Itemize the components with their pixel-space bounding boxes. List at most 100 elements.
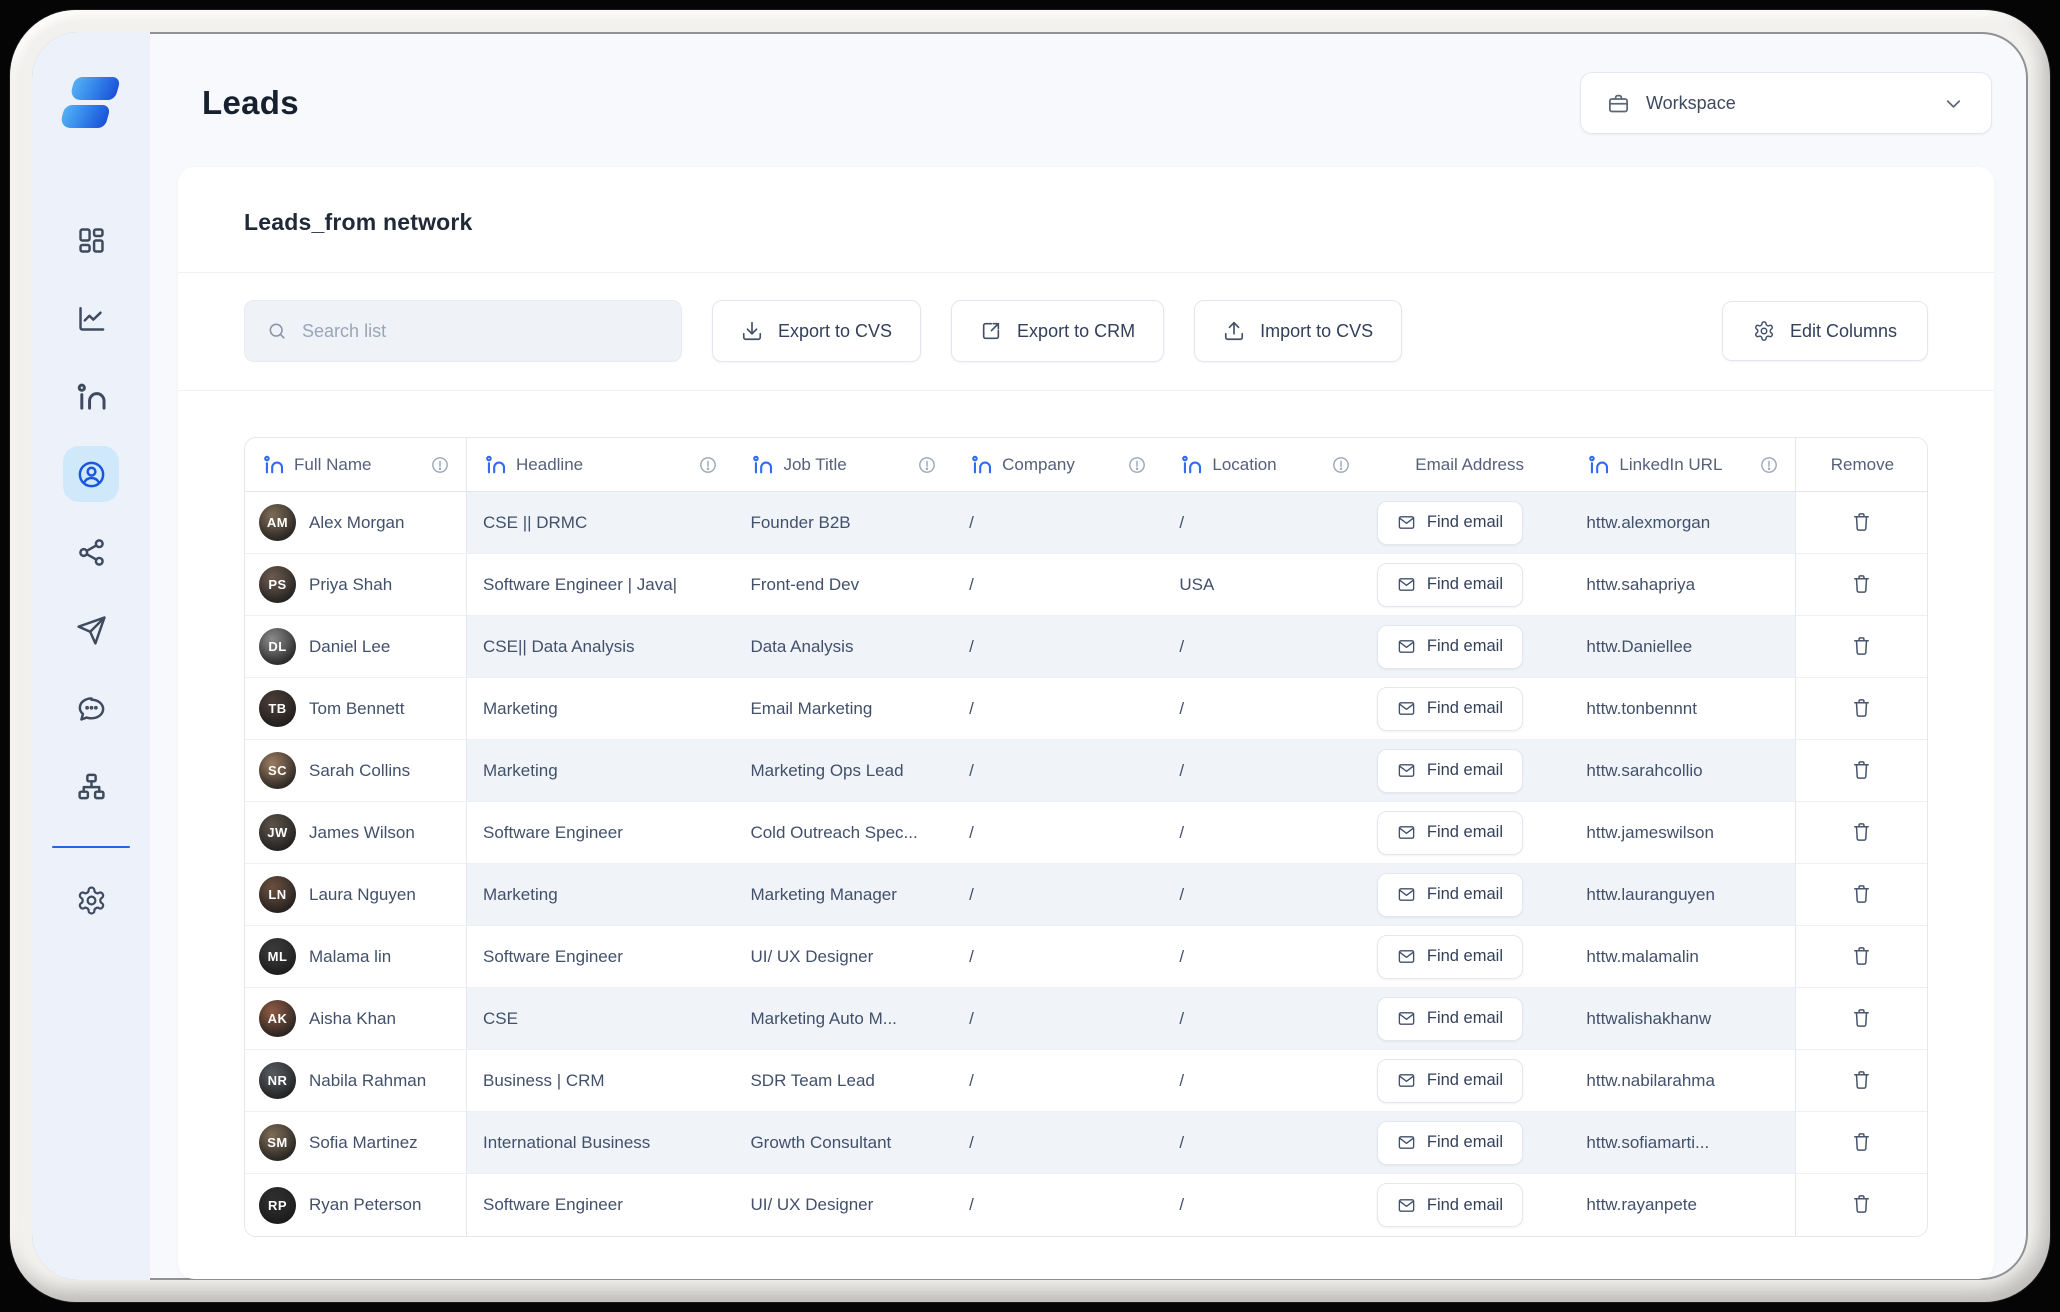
delete-row-button[interactable] (1844, 628, 1879, 666)
table-row: ML Malama lin Software Engineer UI/ UX D… (245, 926, 1927, 988)
lead-headline: Marketing (467, 740, 734, 802)
delete-row-button[interactable] (1844, 814, 1879, 852)
info-icon[interactable] (430, 455, 450, 475)
edit-columns-button[interactable]: Edit Columns (1722, 301, 1928, 361)
trash-icon (1850, 758, 1873, 781)
lead-linkedin-url: httw.lauranguyen (1570, 864, 1795, 926)
lead-company: / (953, 1050, 1163, 1112)
sidebar-item-chat[interactable] (63, 680, 119, 736)
find-email-button[interactable]: Find email (1377, 749, 1523, 793)
delete-row-button[interactable] (1844, 1186, 1879, 1224)
delete-row-button[interactable] (1844, 1062, 1879, 1100)
find-email-button[interactable]: Find email (1377, 1183, 1523, 1227)
search-icon (267, 320, 287, 342)
app-screen: Leads Workspace Leads_from network (32, 32, 2028, 1280)
mail-icon (1397, 1009, 1416, 1028)
table-row: JW James Wilson Software Engineer Cold O… (245, 802, 1927, 864)
avatar: LN (259, 876, 296, 913)
lead-full-name: Daniel Lee (309, 637, 390, 657)
sidebar-item-linkedin[interactable] (63, 368, 119, 424)
lead-company: / (953, 678, 1163, 740)
column-header-label: Headline (516, 455, 583, 475)
column-header-label: Email Address (1415, 455, 1524, 475)
find-email-button[interactable]: Find email (1377, 811, 1523, 855)
find-email-button[interactable]: Find email (1377, 1059, 1523, 1103)
lead-full-name: Sofia Martinez (309, 1133, 418, 1153)
logo-bar-top (69, 77, 122, 100)
column-header-label: Location (1212, 455, 1276, 475)
chevron-down-icon (1942, 92, 1965, 115)
info-icon[interactable] (1759, 455, 1779, 475)
export-cvs-button[interactable]: Export to CVS (712, 300, 921, 362)
find-email-button[interactable]: Find email (1377, 935, 1523, 979)
delete-row-button[interactable] (1844, 504, 1879, 542)
trash-icon (1850, 1192, 1873, 1215)
device-frame: Leads Workspace Leads_from network (10, 10, 2050, 1302)
sidebar-item-settings[interactable] (63, 872, 119, 928)
info-icon[interactable] (698, 455, 718, 475)
lead-company: / (953, 988, 1163, 1050)
table-row: AK Aisha Khan CSE Marketing Auto M... / … (245, 988, 1927, 1050)
find-email-button[interactable]: Find email (1377, 563, 1523, 607)
delete-row-button[interactable] (1844, 1000, 1879, 1038)
column-header-label: LinkedIn URL (1619, 455, 1722, 475)
trash-icon (1850, 882, 1873, 905)
search-box[interactable] (244, 300, 682, 362)
org-chart-icon (76, 771, 107, 802)
lead-company: / (953, 740, 1163, 802)
gear-icon (76, 885, 107, 916)
delete-row-button[interactable] (1844, 566, 1879, 604)
lead-company: / (953, 802, 1163, 864)
info-icon[interactable] (1331, 455, 1351, 475)
search-input[interactable] (302, 321, 659, 342)
trash-icon (1850, 1068, 1873, 1091)
sidebar-item-dashboard[interactable] (63, 212, 119, 268)
lead-headline: International Business (467, 1112, 734, 1174)
sidebar-item-send[interactable] (63, 602, 119, 658)
workspace-select[interactable]: Workspace (1580, 72, 1992, 134)
avatar: AM (259, 504, 296, 541)
lead-headline: Software Engineer (467, 1174, 734, 1236)
delete-row-button[interactable] (1844, 876, 1879, 914)
info-icon[interactable] (1127, 455, 1147, 475)
find-email-button[interactable]: Find email (1377, 501, 1523, 545)
linkedin-badge-icon (752, 454, 773, 475)
linkedin-badge-icon (1588, 454, 1609, 475)
table-row: PS Priya Shah Software Engineer | Java| … (245, 554, 1927, 616)
delete-row-button[interactable] (1844, 938, 1879, 976)
lead-linkedin-url: httw.sarahcollio (1570, 740, 1795, 802)
toolbar: Export to CVS Export to CRM (178, 273, 1994, 391)
delete-row-button[interactable] (1844, 752, 1879, 790)
linkedin-badge-icon (1181, 454, 1202, 475)
find-email-button[interactable]: Find email (1377, 1121, 1523, 1165)
lead-headline: CSE|| Data Analysis (467, 616, 734, 678)
delete-row-button[interactable] (1844, 1124, 1879, 1162)
find-email-button[interactable]: Find email (1377, 625, 1523, 669)
sidebar-divider (52, 846, 130, 848)
find-email-button[interactable]: Find email (1377, 997, 1523, 1041)
table-row: RP Ryan Peterson Software Engineer UI/ U… (245, 1174, 1927, 1236)
info-icon[interactable] (917, 455, 937, 475)
lead-full-name: Priya Shah (309, 575, 392, 595)
lead-headline: Business | CRM (467, 1050, 734, 1112)
sidebar-item-leads-profile[interactable] (63, 446, 119, 502)
find-email-button[interactable]: Find email (1377, 687, 1523, 731)
export-crm-button[interactable]: Export to CRM (951, 300, 1164, 362)
lead-linkedin-url: httwalishakhanw (1570, 988, 1795, 1050)
app-logo[interactable] (60, 76, 122, 132)
trash-icon (1850, 634, 1873, 657)
lead-location: / (1163, 740, 1367, 802)
sidebar-item-share[interactable] (63, 524, 119, 580)
trash-icon (1850, 944, 1873, 967)
sidebar-item-analytics[interactable] (63, 290, 119, 346)
lead-company: / (953, 492, 1163, 554)
find-email-button[interactable]: Find email (1377, 873, 1523, 917)
linkedin-badge-icon (263, 454, 284, 475)
sidebar-item-org-chart[interactable] (63, 758, 119, 814)
lead-headline: Software Engineer (467, 926, 734, 988)
delete-row-button[interactable] (1844, 690, 1879, 728)
sidebar-nav (52, 212, 130, 928)
import-cvs-button[interactable]: Import to CVS (1194, 300, 1402, 362)
lead-job-title: UI/ UX Designer (734, 926, 953, 988)
lead-full-name: Ryan Peterson (309, 1195, 421, 1215)
